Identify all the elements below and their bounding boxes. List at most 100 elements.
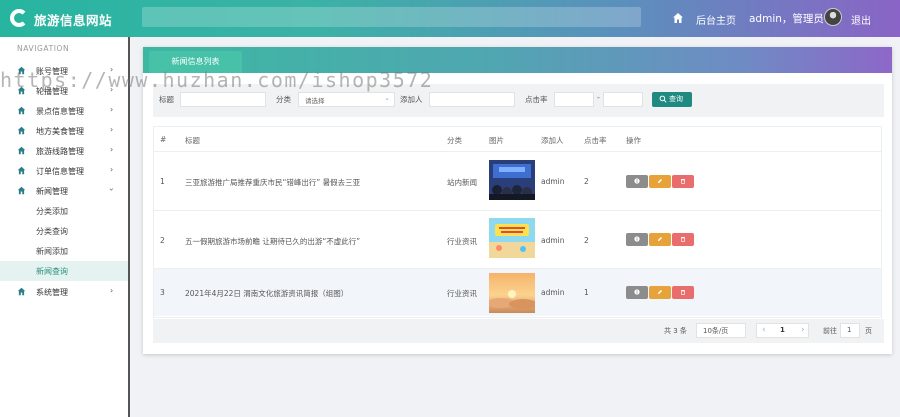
home-icon[interactable] bbox=[672, 12, 684, 24]
tab-news-list[interactable]: 新闻信息列表 bbox=[149, 51, 242, 73]
page-size-select[interactable]: 10条/页 bbox=[696, 323, 746, 338]
row-actions bbox=[626, 286, 694, 299]
col-header-adder: 添加人 bbox=[541, 136, 564, 145]
col-header-actions: 操作 bbox=[626, 136, 641, 145]
sidebar-item-attractions[interactable]: 景点信息管理 › bbox=[0, 101, 128, 121]
adder-filter-label: 添加人 bbox=[400, 95, 423, 104]
search-button[interactable]: 查询 bbox=[652, 92, 692, 107]
row-clicks: 2 bbox=[584, 177, 589, 186]
prev-page-button[interactable]: ‹ bbox=[762, 325, 766, 335]
sidebar-item-label: 订单信息管理 bbox=[36, 167, 84, 176]
table-row[interactable]: 3 2021年4月22日 渭南文化旅游资讯简报（组图） 行业资讯 admin 1 bbox=[154, 268, 881, 316]
chevron-right-icon: › bbox=[110, 105, 114, 114]
top-search-box[interactable] bbox=[142, 7, 641, 27]
row-title[interactable]: 五一假期旅游市场前瞻 让期待已久的出游“不虚此行” bbox=[185, 236, 360, 247]
news-thumbnail bbox=[489, 160, 535, 200]
current-page[interactable]: 1 bbox=[780, 326, 785, 334]
sidebar-item-accounts[interactable]: 账号管理 › bbox=[0, 61, 128, 81]
next-page-button[interactable]: › bbox=[801, 325, 805, 335]
table-row[interactable]: 2 五一假期旅游市场前瞻 让期待已久的出游“不虚此行” 行业资讯 admin 2 bbox=[154, 210, 881, 268]
row-category: 行业资讯 bbox=[447, 237, 477, 246]
info-button[interactable] bbox=[626, 175, 648, 188]
sidebar-item-orders[interactable]: 订单信息管理 › bbox=[0, 161, 128, 181]
adder-filter-input[interactable] bbox=[429, 92, 515, 107]
sidebar-item-routes[interactable]: 旅游线路管理 › bbox=[0, 141, 128, 161]
edit-button[interactable] bbox=[649, 286, 671, 299]
sidebar-item-system[interactable]: 系统管理 › bbox=[0, 282, 128, 302]
info-icon bbox=[634, 178, 640, 184]
chevron-right-icon: › bbox=[110, 145, 114, 154]
chevron-right-icon: › bbox=[110, 286, 114, 295]
sidebar-item-label: 景点信息管理 bbox=[36, 107, 84, 116]
home-icon bbox=[17, 166, 26, 175]
logout-link[interactable]: 退出 bbox=[851, 12, 871, 27]
sidebar-item-news[interactable]: 新闻管理 › bbox=[0, 181, 128, 201]
edit-icon bbox=[658, 290, 662, 294]
row-adder: admin bbox=[541, 177, 565, 186]
home-icon bbox=[17, 86, 26, 95]
row-title[interactable]: 2021年4月22日 渭南文化旅游资讯简报（组图） bbox=[185, 288, 348, 299]
sidebar-item-label: 系统管理 bbox=[36, 288, 68, 297]
clicks-max-input[interactable] bbox=[603, 92, 643, 107]
delete-button[interactable] bbox=[672, 286, 694, 299]
total-count: 共 3 条 bbox=[664, 327, 687, 335]
clicks-min-input[interactable] bbox=[554, 92, 594, 107]
avatar[interactable] bbox=[824, 8, 842, 26]
range-dash: - bbox=[597, 93, 600, 102]
table-row[interactable]: 1 三亚旅游推广局推荐重庆市民“错峰出行” 暑假去三亚 站内新闻 admin 2 bbox=[154, 151, 881, 210]
edit-button[interactable] bbox=[649, 233, 671, 246]
info-button[interactable] bbox=[626, 233, 648, 246]
sidebar-item-label: 账号管理 bbox=[36, 67, 68, 76]
goto-page-input[interactable]: 1 bbox=[840, 323, 860, 338]
panel-header: 新闻信息列表 bbox=[143, 47, 892, 73]
row-adder: admin bbox=[541, 236, 565, 245]
pagination: 共 3 条 10条/页 ‹ 1 › 前往 1 页 bbox=[153, 319, 884, 343]
category-filter-label: 分类 bbox=[276, 95, 291, 104]
filter-bar: 标题 分类 请选择 ⌄ 添加人 点击率 - 查询 bbox=[153, 84, 884, 117]
sidebar-subitem-category-add[interactable]: 分类添加 bbox=[0, 201, 128, 221]
sidebar-item-carousel[interactable]: 轮播管理 › bbox=[0, 81, 128, 101]
home-link[interactable]: 后台主页 bbox=[696, 12, 736, 27]
nav-heading: NAVIGATION bbox=[17, 44, 70, 53]
row-index: 1 bbox=[160, 177, 165, 186]
row-clicks: 2 bbox=[584, 236, 589, 245]
page-nav: ‹ 1 › bbox=[756, 323, 809, 338]
home-icon bbox=[17, 287, 26, 296]
col-header-category: 分类 bbox=[447, 136, 462, 145]
sidebar-item-label: 旅游线路管理 bbox=[36, 147, 84, 156]
sidebar-subitem-news-add[interactable]: 新闻添加 bbox=[0, 241, 128, 261]
row-title[interactable]: 三亚旅游推广局推荐重庆市民“错峰出行” 暑假去三亚 bbox=[185, 177, 360, 188]
delete-button[interactable] bbox=[672, 175, 694, 188]
sidebar-subitem-label: 新闻添加 bbox=[36, 247, 68, 256]
row-index: 2 bbox=[160, 236, 165, 245]
sidebar-item-label: 轮播管理 bbox=[36, 87, 68, 96]
user-label[interactable]: admin，管理员 bbox=[749, 11, 824, 26]
info-button[interactable] bbox=[626, 286, 648, 299]
home-icon bbox=[17, 186, 26, 195]
news-table: # 标题 分类 图片 添加人 点击率 操作 1 三亚旅游推广局推荐重庆市民“错峰… bbox=[153, 126, 882, 318]
row-actions bbox=[626, 233, 694, 246]
col-header-clicks: 点击率 bbox=[584, 136, 607, 145]
title-filter-input[interactable] bbox=[180, 92, 266, 107]
row-category: 站内新闻 bbox=[447, 178, 477, 187]
sidebar-subitem-category-query[interactable]: 分类查询 bbox=[0, 221, 128, 241]
news-list-panel: 新闻信息列表 标题 分类 请选择 ⌄ 添加人 点击率 - 查询 # 标题 分类 … bbox=[143, 47, 892, 354]
info-icon bbox=[634, 289, 640, 295]
col-header-image: 图片 bbox=[489, 136, 504, 145]
app-title: 旅游信息网站 bbox=[34, 13, 113, 28]
edit-button[interactable] bbox=[649, 175, 671, 188]
goto-label: 前往 bbox=[823, 327, 837, 335]
chevron-right-icon: › bbox=[110, 125, 114, 134]
edit-icon bbox=[658, 237, 662, 241]
row-index: 3 bbox=[160, 288, 165, 297]
sidebar-item-food[interactable]: 地方美食管理 › bbox=[0, 121, 128, 141]
row-category: 行业资讯 bbox=[447, 289, 477, 298]
home-icon bbox=[17, 106, 26, 115]
delete-button[interactable] bbox=[672, 233, 694, 246]
chevron-down-icon: › bbox=[107, 187, 117, 192]
page-unit-label: 页 bbox=[865, 327, 872, 335]
category-select[interactable]: 请选择 ⌄ bbox=[298, 92, 395, 107]
col-header-title: 标题 bbox=[185, 136, 200, 145]
sidebar-subitem-news-query[interactable]: 新闻查询 bbox=[0, 261, 128, 281]
category-select-value: 请选择 bbox=[305, 97, 325, 105]
